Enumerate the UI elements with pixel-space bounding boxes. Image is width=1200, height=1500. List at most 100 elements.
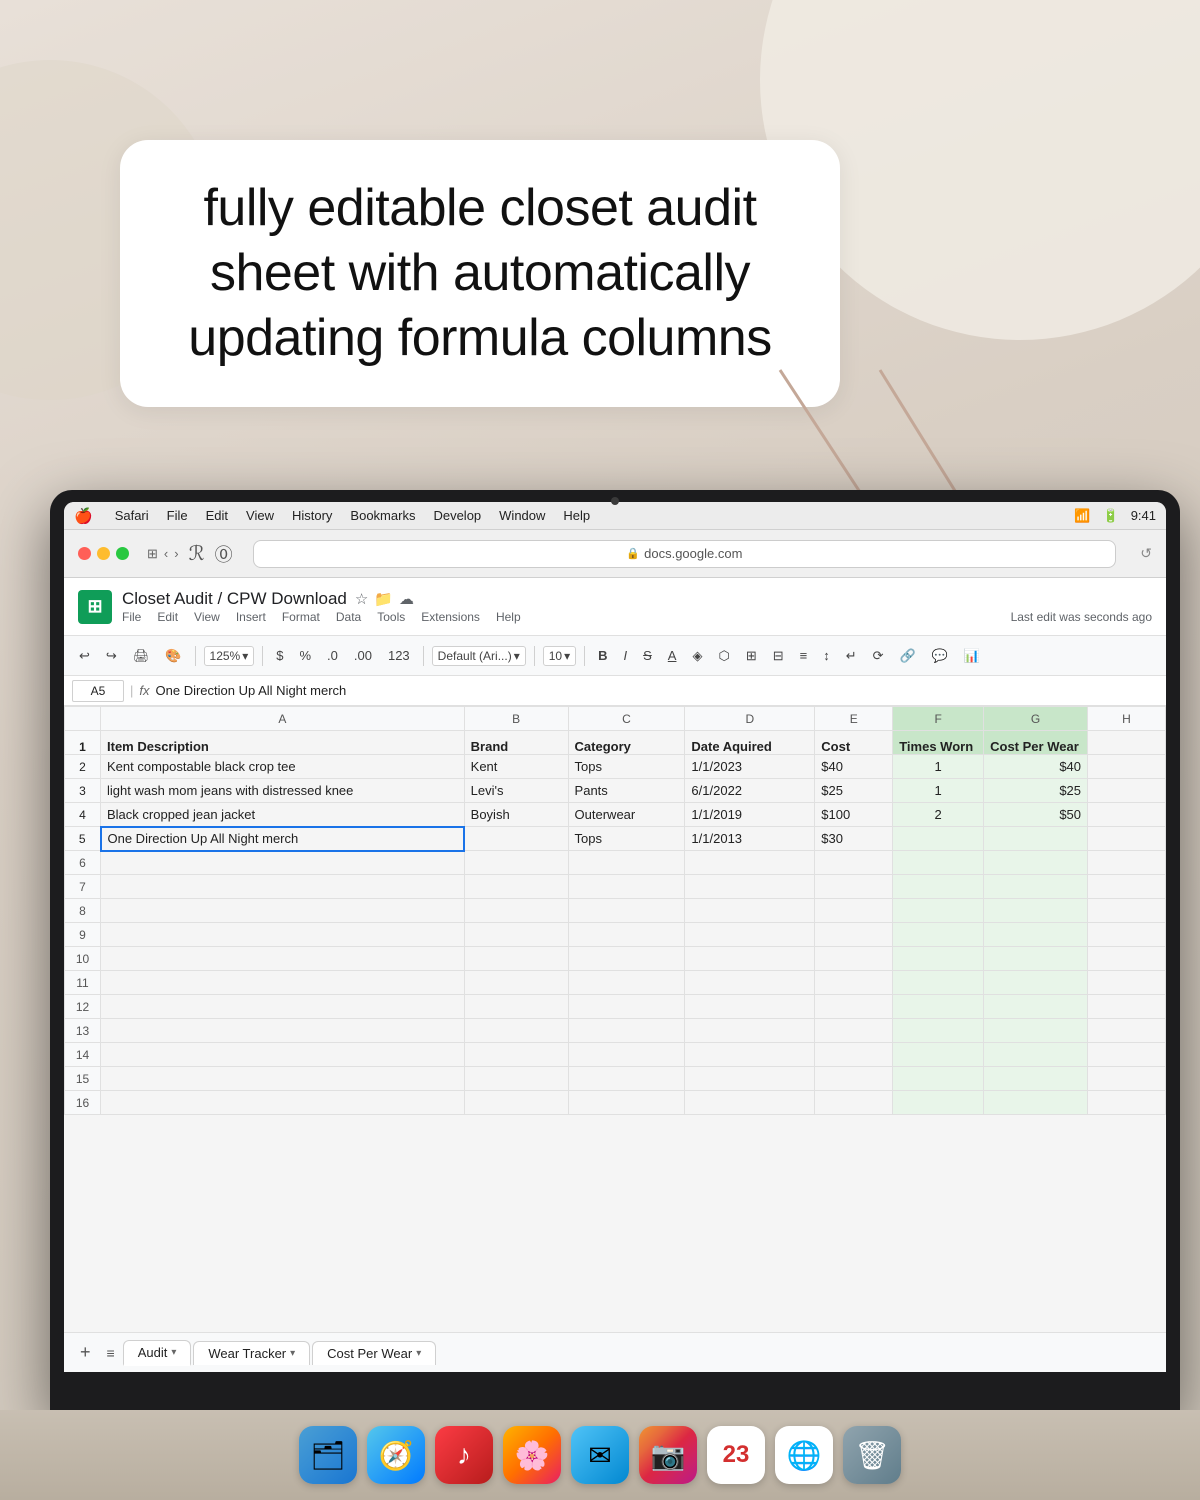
cell-f2[interactable]: 1 bbox=[893, 755, 984, 779]
col-header-g[interactable]: G bbox=[984, 707, 1088, 731]
zoom-select[interactable]: 125% ▾ bbox=[204, 646, 255, 666]
sheets-insert-menu[interactable]: Insert bbox=[236, 610, 266, 624]
cell-e1[interactable]: Cost bbox=[815, 731, 893, 755]
currency-button[interactable]: $ bbox=[271, 646, 288, 665]
tab-audit-arrow[interactable]: ▾ bbox=[171, 1347, 176, 1358]
cell-a3[interactable]: light wash mom jeans with distressed kne… bbox=[101, 779, 465, 803]
cell-g2[interactable]: $40 bbox=[984, 755, 1088, 779]
wrap-button[interactable]: ↵ bbox=[841, 646, 862, 666]
merge-button[interactable]: ⊟ bbox=[768, 646, 789, 666]
tab-wear-tracker[interactable]: Wear Tracker ▾ bbox=[193, 1341, 310, 1365]
cell-a2[interactable]: Kent compostable black crop tee bbox=[101, 755, 465, 779]
sheets-format-menu[interactable]: Format bbox=[282, 610, 320, 624]
sheets-edit-menu[interactable]: Edit bbox=[157, 610, 178, 624]
history-menu[interactable]: History bbox=[292, 508, 332, 523]
cell-b1[interactable]: Brand bbox=[464, 731, 568, 755]
cell-e3[interactable]: $25 bbox=[815, 779, 893, 803]
cell-b5[interactable] bbox=[464, 827, 568, 851]
col-header-e[interactable]: E bbox=[815, 707, 893, 731]
underline-button[interactable]: A bbox=[663, 646, 682, 665]
cell-d2[interactable]: 1/1/2023 bbox=[685, 755, 815, 779]
dock-item-finder[interactable]: 🗂 bbox=[299, 1426, 357, 1484]
back-button[interactable]: ‹ bbox=[164, 546, 168, 562]
cell-h2[interactable] bbox=[1088, 755, 1166, 779]
tab-cost-per-wear-arrow[interactable]: ▾ bbox=[416, 1348, 421, 1359]
fill-color-button[interactable]: ⬡ bbox=[713, 646, 734, 666]
cell-b2[interactable]: Kent bbox=[464, 755, 568, 779]
cell-b3[interactable]: Levi's bbox=[464, 779, 568, 803]
minimize-button[interactable] bbox=[97, 547, 110, 560]
borders-button[interactable]: ⊞ bbox=[741, 646, 762, 666]
maximize-button[interactable] bbox=[116, 547, 129, 560]
close-button[interactable] bbox=[78, 547, 91, 560]
paint-format-button[interactable]: 🎨 bbox=[160, 646, 186, 666]
dock-item-chrome[interactable]: 🌐 bbox=[775, 1426, 833, 1484]
dock-item-trash[interactable]: 🗑 bbox=[843, 1426, 901, 1484]
link-button[interactable]: 🔗 bbox=[895, 646, 921, 666]
cell-g1[interactable]: Cost Per Wear bbox=[984, 731, 1088, 755]
window-menu[interactable]: Window bbox=[499, 508, 545, 523]
address-bar[interactable]: 🔒 docs.google.com bbox=[253, 540, 1117, 568]
cell-a5[interactable]: One Direction Up All Night merch bbox=[101, 827, 465, 851]
cell-f4[interactable]: 2 bbox=[893, 803, 984, 827]
view-menu[interactable]: View bbox=[246, 508, 274, 523]
cell-d5[interactable]: 1/1/2013 bbox=[685, 827, 815, 851]
tab-cost-per-wear[interactable]: Cost Per Wear ▾ bbox=[312, 1341, 436, 1365]
italic-button[interactable]: I bbox=[619, 646, 633, 665]
add-sheet-button[interactable]: + bbox=[72, 1338, 99, 1367]
share-icon[interactable]: ℛ bbox=[189, 541, 205, 566]
develop-menu[interactable]: Develop bbox=[433, 508, 481, 523]
cell-e2[interactable]: $40 bbox=[815, 755, 893, 779]
tab-grid-icon[interactable]: ⊞ bbox=[147, 546, 158, 562]
dock-item-photos[interactable]: 🌸 bbox=[503, 1426, 561, 1484]
forward-button[interactable]: › bbox=[174, 546, 178, 562]
star-icon[interactable]: ☆ bbox=[355, 590, 368, 608]
apple-menu[interactable]: 🍎 bbox=[74, 507, 93, 525]
chart-button[interactable]: 📊 bbox=[959, 646, 985, 666]
cell-c4[interactable]: Outerwear bbox=[568, 803, 685, 827]
sheets-data-menu[interactable]: Data bbox=[336, 610, 361, 624]
cell-e5[interactable]: $30 bbox=[815, 827, 893, 851]
folder-icon[interactable]: 📁 bbox=[374, 590, 393, 608]
cell-f5[interactable] bbox=[893, 827, 984, 851]
edit-menu[interactable]: Edit bbox=[206, 508, 228, 523]
comment-button[interactable]: 💬 bbox=[927, 646, 953, 666]
cell-f3[interactable]: 1 bbox=[893, 779, 984, 803]
text-color-button[interactable]: ◈ bbox=[687, 646, 707, 666]
redo-button[interactable]: ↪ bbox=[101, 646, 122, 666]
sheets-extensions-menu[interactable]: Extensions bbox=[421, 610, 480, 624]
file-menu[interactable]: File bbox=[167, 508, 188, 523]
cell-c5[interactable]: Tops bbox=[568, 827, 685, 851]
cell-d3[interactable]: 6/1/2022 bbox=[685, 779, 815, 803]
help-menu[interactable]: Help bbox=[563, 508, 590, 523]
cell-g4[interactable]: $50 bbox=[984, 803, 1088, 827]
cell-a1[interactable]: Item Description bbox=[101, 731, 465, 755]
bold-button[interactable]: B bbox=[593, 646, 612, 665]
cell-h3[interactable] bbox=[1088, 779, 1166, 803]
cell-e4[interactable]: $100 bbox=[815, 803, 893, 827]
cell-reference[interactable]: A5 bbox=[72, 680, 124, 702]
cell-h4[interactable] bbox=[1088, 803, 1166, 827]
sheet-list-button[interactable]: ≡ bbox=[99, 1341, 123, 1365]
cell-h1[interactable] bbox=[1088, 731, 1166, 755]
col-header-c[interactable]: C bbox=[568, 707, 685, 731]
col-header-a[interactable]: A bbox=[101, 707, 465, 731]
dock-item-instagram[interactable]: 📷 bbox=[639, 1426, 697, 1484]
tab-audit[interactable]: Audit ▾ bbox=[123, 1340, 192, 1366]
col-header-b[interactable]: B bbox=[464, 707, 568, 731]
print-button[interactable]: 🖨 bbox=[128, 646, 155, 666]
reader-icon[interactable]: ⓪ bbox=[215, 541, 233, 567]
cell-d1[interactable]: Date Aquired bbox=[685, 731, 815, 755]
rotate-button[interactable]: ⟳ bbox=[868, 646, 889, 666]
sheets-view-menu[interactable]: View bbox=[194, 610, 220, 624]
percent-button[interactable]: % bbox=[294, 646, 316, 665]
cell-g5[interactable] bbox=[984, 827, 1088, 851]
cell-h5[interactable] bbox=[1088, 827, 1166, 851]
col-header-d[interactable]: D bbox=[685, 707, 815, 731]
decimal-dec-button[interactable]: .0 bbox=[322, 646, 343, 665]
cell-d4[interactable]: 1/1/2019 bbox=[685, 803, 815, 827]
dock-item-calendar[interactable]: 23 bbox=[707, 1426, 765, 1484]
sheets-help-menu[interactable]: Help bbox=[496, 610, 521, 624]
cell-c1[interactable]: Category bbox=[568, 731, 685, 755]
bookmarks-menu[interactable]: Bookmarks bbox=[350, 508, 415, 523]
